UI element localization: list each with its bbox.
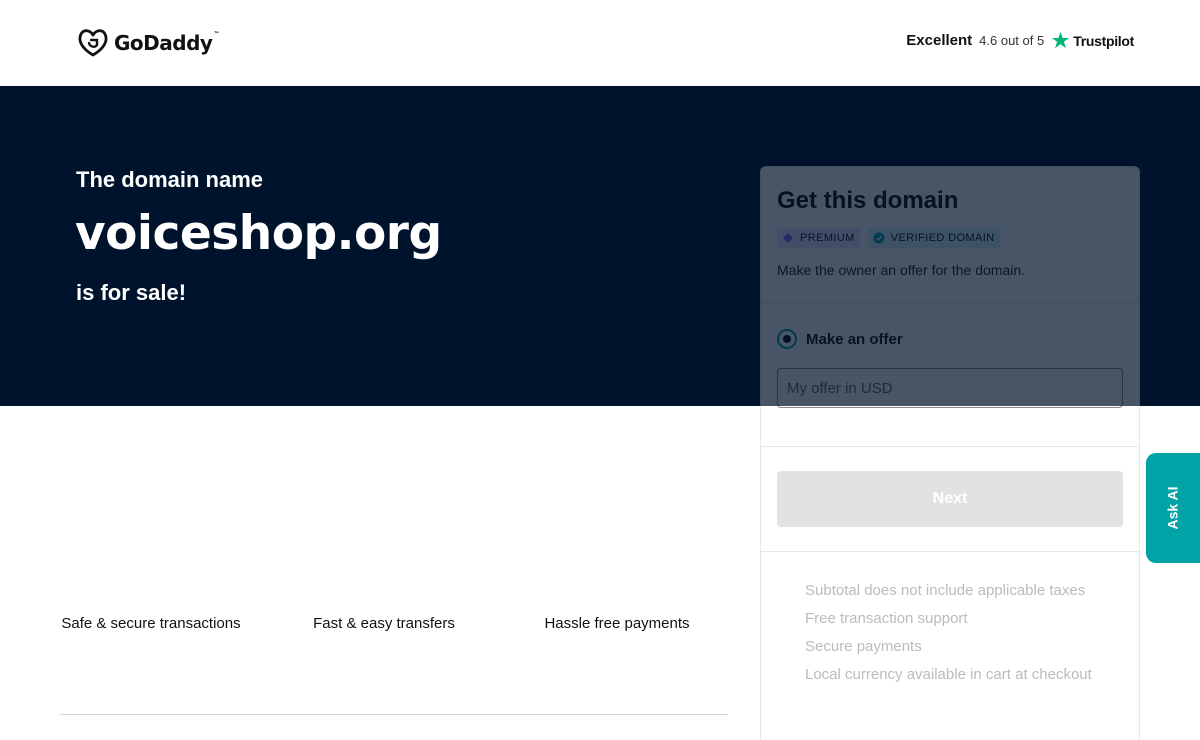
premium-badge: PREMIUM	[777, 228, 860, 248]
make-offer-radio[interactable]	[777, 329, 797, 349]
rating-score: 4.6 out of 5	[979, 33, 1045, 48]
trustpilot-star-icon	[1052, 31, 1070, 49]
offer-card: Get this domain PREMIUM VERIFIED DOMAIN …	[760, 166, 1140, 740]
offer-amount-input[interactable]	[777, 368, 1123, 408]
premium-badge-label: PREMIUM	[800, 232, 855, 244]
note-item: Free transaction support	[805, 610, 968, 627]
note-item: Local currency available in cart at chec…	[805, 666, 1092, 683]
section-divider	[60, 714, 728, 715]
verified-badge-label: VERIFIED DOMAIN	[890, 232, 995, 244]
godaddy-logo[interactable]: GoDaddy™	[77, 28, 219, 58]
logo-text: GoDaddy™	[114, 31, 219, 55]
trustpilot-rating[interactable]: Excellent 4.6 out of 5 Trustpilot	[906, 31, 1134, 50]
godaddy-logo-icon	[78, 29, 108, 57]
badge-list: PREMIUM VERIFIED DOMAIN	[777, 228, 1123, 248]
hero-pretitle: The domain name	[76, 167, 264, 192]
feature-fast-transfers: Fast & easy transfers	[313, 615, 455, 632]
site-header: GoDaddy™ Excellent 4.6 out of 5 Trustpil…	[0, 0, 1200, 86]
domain-name: voiceshop.org	[75, 206, 442, 261]
rating-label: Excellent	[906, 32, 973, 49]
card-title: Get this domain	[777, 187, 959, 214]
hero-text: The domain name voiceshop.org is for sal…	[0, 86, 760, 406]
card-description: Make the owner an offer for the domain.	[777, 262, 1025, 278]
card-notes: Subtotal does not include applicable tax…	[761, 552, 1139, 689]
feature-hassle-free: Hassle free payments	[544, 615, 690, 632]
premium-icon	[783, 233, 793, 243]
make-offer-label: Make an offer	[806, 330, 903, 348]
note-item: Subtotal does not include applicable tax…	[805, 582, 1086, 599]
ask-ai-button[interactable]: Ask AI	[1146, 453, 1200, 563]
next-button[interactable]: Next	[777, 471, 1123, 527]
verified-badge: VERIFIED DOMAIN	[867, 228, 1000, 248]
feature-safe-secure: Safe & secure transactions	[61, 615, 241, 632]
note-item: Secure payments	[805, 638, 922, 655]
trustpilot-name: Trustpilot	[1073, 32, 1134, 49]
hero-subtitle: is for sale!	[76, 280, 187, 305]
ask-ai-label: Ask AI	[1165, 486, 1181, 530]
verified-check-icon	[873, 232, 885, 244]
make-offer-option[interactable]: Make an offer	[761, 304, 1139, 349]
